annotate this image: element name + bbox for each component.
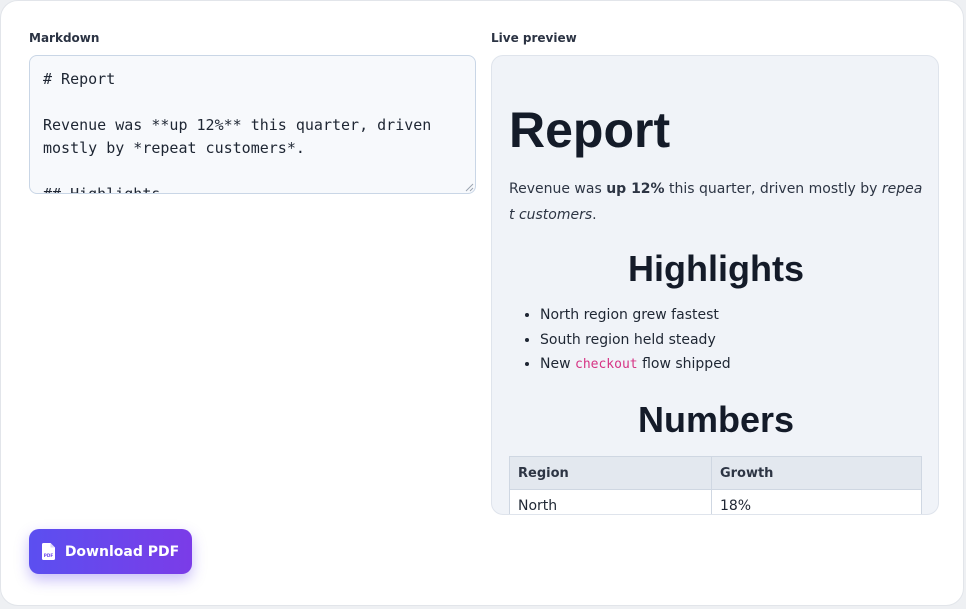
preview-heading-report: Report xyxy=(509,102,671,158)
download-pdf-label: Download PDF xyxy=(64,543,180,560)
download-pdf-button[interactable]: PDF Download PDF xyxy=(29,529,192,574)
para-prefix: Revenue was xyxy=(509,181,607,197)
preview-table: Region Growth North 18% xyxy=(509,456,923,514)
svg-text:PDF: PDF xyxy=(44,553,54,558)
table-cell: 18% xyxy=(710,489,923,514)
pdf-file-icon: PDF xyxy=(41,543,55,560)
table-header-growth: Growth xyxy=(710,456,923,490)
live-preview: Report Revenue was up 12% this quarter, … xyxy=(491,55,939,515)
app-card: Markdown Live preview # Report Revenue w… xyxy=(0,0,964,606)
markdown-label: Markdown xyxy=(29,31,100,45)
table-cell: North xyxy=(509,489,712,514)
list-item: North region grew fastest xyxy=(540,303,731,328)
markdown-editor[interactable]: # Report Revenue was **up 12%** this qua… xyxy=(29,55,476,194)
para-suffix: . xyxy=(592,207,597,223)
preview-heading-highlights: Highlights xyxy=(628,248,804,289)
bullet-suffix: flow shipped xyxy=(637,356,731,372)
inline-code: checkout xyxy=(575,357,638,372)
preview-bullet-list: North region grew fastest South region h… xyxy=(509,303,731,378)
resize-grip-icon[interactable] xyxy=(464,182,474,192)
preview-heading-numbers: Numbers xyxy=(637,399,795,440)
table-row: North 18% xyxy=(509,489,923,514)
para-middle: this quarter, driven mostly by xyxy=(664,181,882,197)
list-item: South region held steady xyxy=(540,328,731,353)
preview-label: Live preview xyxy=(491,31,577,45)
list-item: New checkout flow shipped xyxy=(540,352,731,378)
preview-paragraph: Revenue was up 12% this quarter, driven … xyxy=(509,176,927,228)
table-header-region: Region xyxy=(509,456,712,490)
para-bold: up 12% xyxy=(606,181,665,197)
table-header-row: Region Growth xyxy=(509,456,923,490)
bullet-prefix: New xyxy=(540,356,575,372)
